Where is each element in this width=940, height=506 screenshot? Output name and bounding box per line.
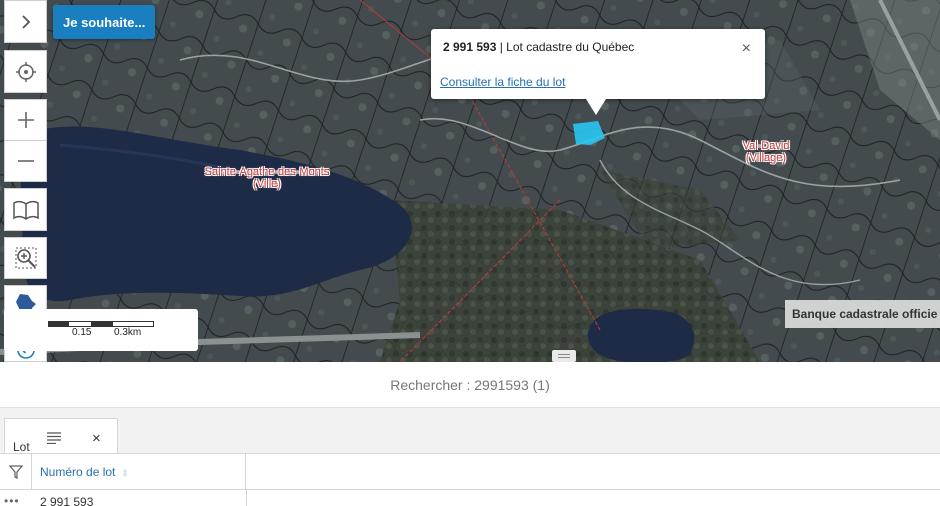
plus-icon bbox=[17, 112, 34, 128]
place-name: Sainte-Agathe-des-Monts bbox=[204, 166, 330, 178]
table-row[interactable]: ••• 2 991 593 bbox=[0, 490, 940, 506]
search-summary: Rechercher : 2991593 (1) bbox=[0, 362, 940, 408]
tab-close-button[interactable]: × bbox=[92, 430, 101, 447]
legend-button[interactable] bbox=[4, 188, 47, 231]
results-panel: Lot × Numéro de lot ⇳ ••• 2 991 593 bbox=[0, 408, 940, 506]
place-label-village: Val-David (Village) bbox=[734, 140, 798, 164]
scale-label-end: 0.3km bbox=[114, 327, 142, 338]
filter-icon bbox=[8, 465, 23, 479]
place-type: (Ville) bbox=[253, 178, 281, 190]
tab-label: Lot bbox=[13, 440, 30, 454]
place-name: Val-David bbox=[742, 140, 790, 152]
filter-button[interactable] bbox=[0, 454, 32, 490]
column-header-label: Numéro de lot bbox=[40, 465, 116, 479]
list-menu-icon[interactable] bbox=[46, 432, 62, 444]
lot-number-cell: 2 991 593 bbox=[40, 495, 94, 506]
book-icon bbox=[12, 200, 39, 220]
chevron-right-icon bbox=[21, 14, 30, 29]
table-header-row: Numéro de lot ⇳ bbox=[0, 454, 940, 490]
popup-title-text: | Lot cadastre du Québec bbox=[496, 40, 635, 54]
place-label-ville: Sainte-Agathe-des-Monts (Ville) bbox=[196, 166, 338, 190]
locate-button[interactable] bbox=[4, 50, 47, 93]
zoom-in-button[interactable] bbox=[4, 99, 47, 141]
attribution-badge: Banque cadastrale officie bbox=[785, 300, 940, 328]
results-table: Numéro de lot ⇳ ••• 2 991 593 bbox=[0, 453, 940, 506]
minus-icon bbox=[17, 160, 34, 162]
popup-lot-number: 2 991 593 bbox=[443, 40, 497, 54]
sort-icon[interactable]: ⇳ bbox=[121, 468, 129, 478]
row-options-icon[interactable]: ••• bbox=[4, 494, 20, 506]
zoom-box-button[interactable] bbox=[4, 237, 47, 279]
scale-bar: 0.15 0.3km bbox=[4, 309, 198, 351]
panel-resize-handle[interactable] bbox=[552, 350, 576, 362]
wish-menu-button[interactable]: Je souhaite... bbox=[53, 5, 156, 39]
map-view[interactable]: Sainte-Agathe-des-Monts (Ville) Val-Davi… bbox=[0, 0, 940, 362]
lot-sheet-link[interactable]: Consulter la fiche du lot bbox=[440, 75, 565, 89]
popup-title: 2 991 593 | Lot cadastre du Québec bbox=[443, 40, 634, 54]
lot-popup: 2 991 593 | Lot cadastre du Québec × Con… bbox=[431, 29, 765, 115]
place-type: (Village) bbox=[745, 152, 787, 164]
expand-panel-button[interactable] bbox=[4, 0, 47, 43]
column-header-lot-number[interactable]: Numéro de lot ⇳ bbox=[32, 454, 246, 490]
zoom-box-icon bbox=[15, 247, 36, 269]
popup-close-button[interactable]: × bbox=[742, 41, 751, 57]
zoom-out-button[interactable] bbox=[4, 140, 47, 182]
crosshair-icon bbox=[15, 61, 36, 82]
scale-label-mid: 0.15 bbox=[72, 327, 92, 338]
